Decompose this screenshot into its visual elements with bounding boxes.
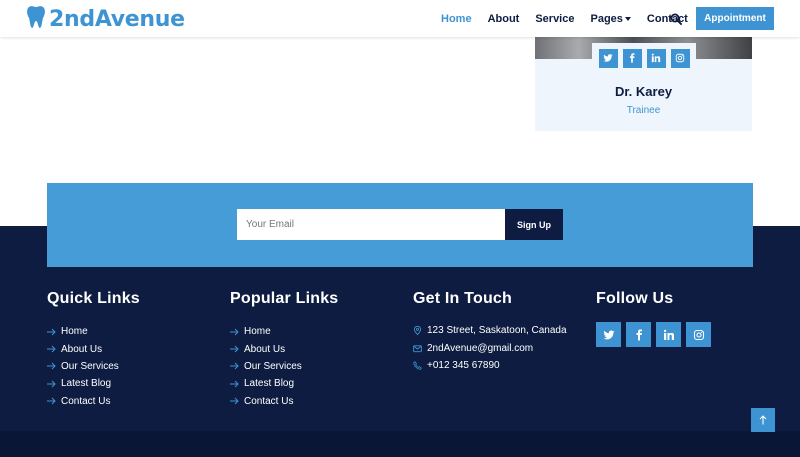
- email-input[interactable]: [237, 209, 505, 240]
- nav-pages-label: Pages: [590, 12, 623, 25]
- phone-icon: [413, 361, 422, 370]
- instagram-icon[interactable]: [670, 48, 690, 68]
- quick-link-home[interactable]: Home: [47, 323, 140, 340]
- contact-email[interactable]: 2ndAvenue@gmail.com: [413, 339, 567, 356]
- popular-link-label: Latest Blog: [244, 378, 295, 390]
- navbar: 2ndAvenue Home About Service Pages Conta…: [0, 0, 800, 37]
- popular-link-services[interactable]: Our Services: [230, 358, 338, 375]
- arrow-right-icon: [47, 397, 56, 405]
- arrow-right-icon: [230, 363, 239, 370]
- back-to-top-button[interactable]: [751, 408, 775, 432]
- envelope-icon: [413, 344, 422, 352]
- quick-link-about[interactable]: About Us: [47, 340, 140, 357]
- arrow-right-icon: [47, 363, 56, 370]
- quick-link-label: Latest Blog: [61, 378, 112, 390]
- nav-pages[interactable]: Pages: [590, 12, 631, 25]
- address-text: 123 Street, Saskatoon, Canada: [427, 325, 567, 337]
- tooth-icon: [26, 5, 46, 34]
- popular-link-home[interactable]: Home: [230, 323, 338, 340]
- contact-title: Get In Touch: [413, 290, 512, 307]
- contact-column: Get In Touch 123 Street, Saskatoon, Cana…: [413, 290, 567, 374]
- contact-phone[interactable]: +012 345 67890: [413, 357, 567, 374]
- quick-link-label: Contact Us: [61, 395, 111, 407]
- brand-logo[interactable]: 2ndAvenue: [26, 5, 185, 34]
- follow-title: Follow Us: [596, 290, 674, 307]
- quick-link-label: Our Services: [61, 360, 119, 372]
- caret-down-icon: [624, 16, 631, 21]
- quick-link-label: Home: [61, 326, 88, 338]
- phone-text: +012 345 67890: [427, 359, 500, 371]
- popular-link-about[interactable]: About Us: [230, 340, 338, 357]
- email-text: 2ndAvenue@gmail.com: [427, 342, 534, 354]
- twitter-icon[interactable]: [598, 48, 618, 68]
- footer-bottom-bar: [0, 431, 800, 457]
- instagram-icon[interactable]: [686, 322, 711, 347]
- nav-about[interactable]: About: [488, 13, 520, 25]
- arrow-right-icon: [230, 345, 239, 353]
- quick-links-title: Quick Links: [47, 290, 140, 307]
- popular-links-title: Popular Links: [230, 290, 339, 307]
- team-member-role: Trainee: [626, 105, 661, 116]
- popular-link-label: Home: [244, 326, 271, 338]
- arrow-up-icon: [759, 415, 767, 425]
- search-icon[interactable]: [670, 12, 682, 25]
- team-card: Dr. Karey Trainee: [535, 37, 752, 131]
- nav-home[interactable]: Home: [441, 13, 472, 25]
- team-member-name: Dr. Karey: [614, 84, 673, 99]
- main-nav: Home About Service Pages Contact: [441, 0, 704, 37]
- quick-links-column: Quick Links Home About Us Our Services L…: [47, 290, 140, 410]
- arrow-right-icon: [47, 328, 56, 336]
- arrow-right-icon: [230, 397, 239, 405]
- map-marker-icon: [413, 326, 422, 336]
- arrow-right-icon: [230, 328, 239, 336]
- facebook-icon[interactable]: [622, 48, 642, 68]
- facebook-icon[interactable]: [626, 322, 651, 347]
- quick-link-label: About Us: [61, 343, 103, 355]
- linkedin-icon[interactable]: [646, 48, 666, 68]
- arrow-right-icon: [47, 345, 56, 353]
- quick-link-services[interactable]: Our Services: [47, 358, 140, 375]
- arrow-right-icon: [47, 380, 56, 388]
- brand-name: 2ndAvenue: [49, 7, 185, 32]
- contact-address: 123 Street, Saskatoon, Canada: [413, 322, 567, 339]
- popular-link-blog[interactable]: Latest Blog: [230, 375, 338, 392]
- appointment-button[interactable]: Appointment: [696, 7, 774, 30]
- sign-up-button[interactable]: Sign Up: [505, 209, 563, 240]
- popular-link-label: About Us: [244, 343, 286, 355]
- twitter-icon[interactable]: [596, 322, 621, 347]
- quick-link-blog[interactable]: Latest Blog: [47, 375, 140, 392]
- nav-service[interactable]: Service: [535, 13, 574, 25]
- team-social-links: [592, 43, 696, 73]
- quick-link-contact[interactable]: Contact Us: [47, 393, 140, 410]
- popular-links-column: Popular Links Home About Us Our Services…: [230, 290, 338, 410]
- popular-link-label: Our Services: [244, 360, 302, 372]
- follow-column: Follow Us: [596, 290, 711, 347]
- popular-link-contact[interactable]: Contact Us: [230, 393, 338, 410]
- popular-link-label: Contact Us: [244, 395, 294, 407]
- linkedin-icon[interactable]: [656, 322, 681, 347]
- arrow-right-icon: [230, 380, 239, 388]
